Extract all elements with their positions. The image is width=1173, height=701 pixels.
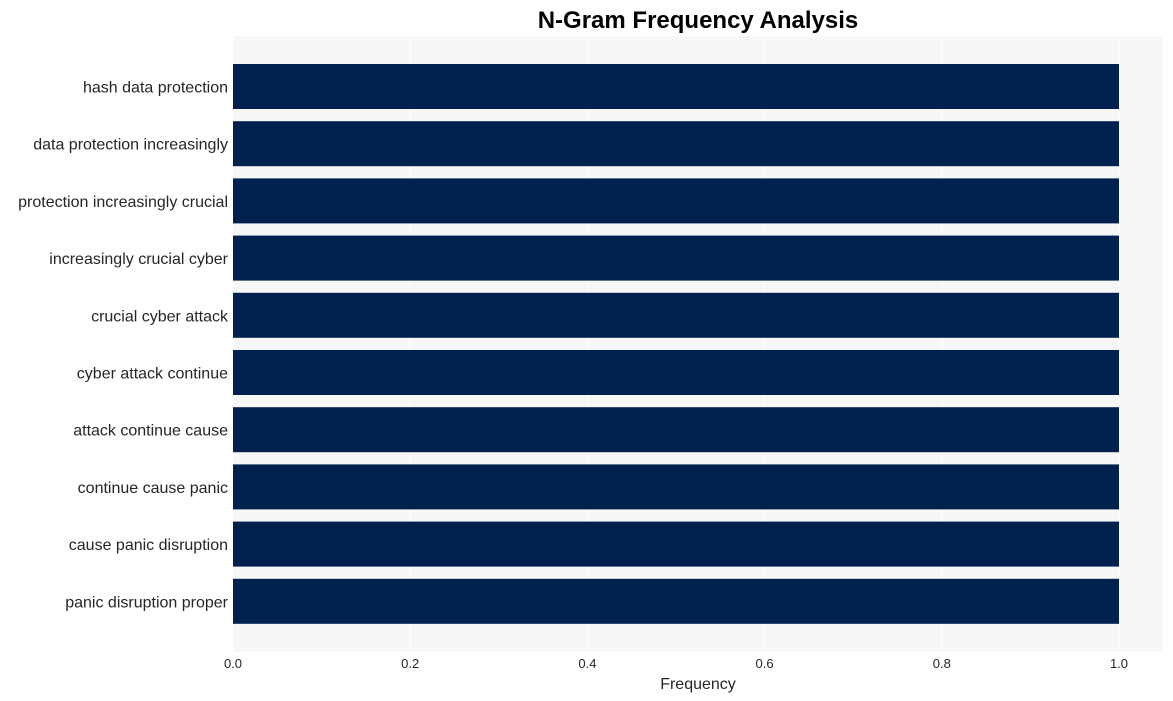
category-label-3: increasingly crucial cyber xyxy=(49,251,228,268)
category-label-2: protection increasingly crucial xyxy=(18,194,228,211)
category-label-9: panic disruption proper xyxy=(65,594,228,611)
bar-5 xyxy=(233,350,1119,395)
x-axis-title: Frequency xyxy=(660,676,736,693)
bar-2 xyxy=(233,178,1119,224)
bar-1 xyxy=(233,121,1119,167)
bar-9 xyxy=(233,578,1119,624)
bar-0 xyxy=(233,64,1119,109)
category-label-1: data protection increasingly xyxy=(33,137,228,154)
category-label-0: hash data protection xyxy=(83,80,228,97)
x-tick-label-5: 1.0 xyxy=(1110,656,1128,671)
bar-4 xyxy=(233,292,1119,338)
category-label-8: cause panic disruption xyxy=(69,537,228,554)
x-tick-label-1: 0.2 xyxy=(401,656,419,671)
x-tick-label-3: 0.6 xyxy=(756,656,774,671)
bar-3 xyxy=(233,235,1119,281)
x-tick-label-2: 0.4 xyxy=(578,656,596,671)
x-tick-label-0: 0.0 xyxy=(224,656,242,671)
category-label-4: crucial cyber attack xyxy=(91,308,229,325)
bar-7 xyxy=(233,464,1119,510)
category-label-6: attack continue cause xyxy=(73,423,228,440)
x-tick-labels: 0.0 0.2 0.4 0.6 0.8 1.0 xyxy=(224,656,1128,671)
bar-8 xyxy=(233,521,1119,567)
chart-title: N-Gram Frequency Analysis xyxy=(538,7,859,34)
bar-6 xyxy=(233,407,1119,453)
x-tick-label-4: 0.8 xyxy=(933,656,951,671)
category-labels: hash data protection data protection incr… xyxy=(18,80,229,612)
category-label-5: cyber attack continue xyxy=(77,366,228,383)
category-label-7: continue cause panic xyxy=(78,480,228,497)
ngram-bar-chart: N-Gram Frequency Analysis hash data prot… xyxy=(18,7,1163,693)
